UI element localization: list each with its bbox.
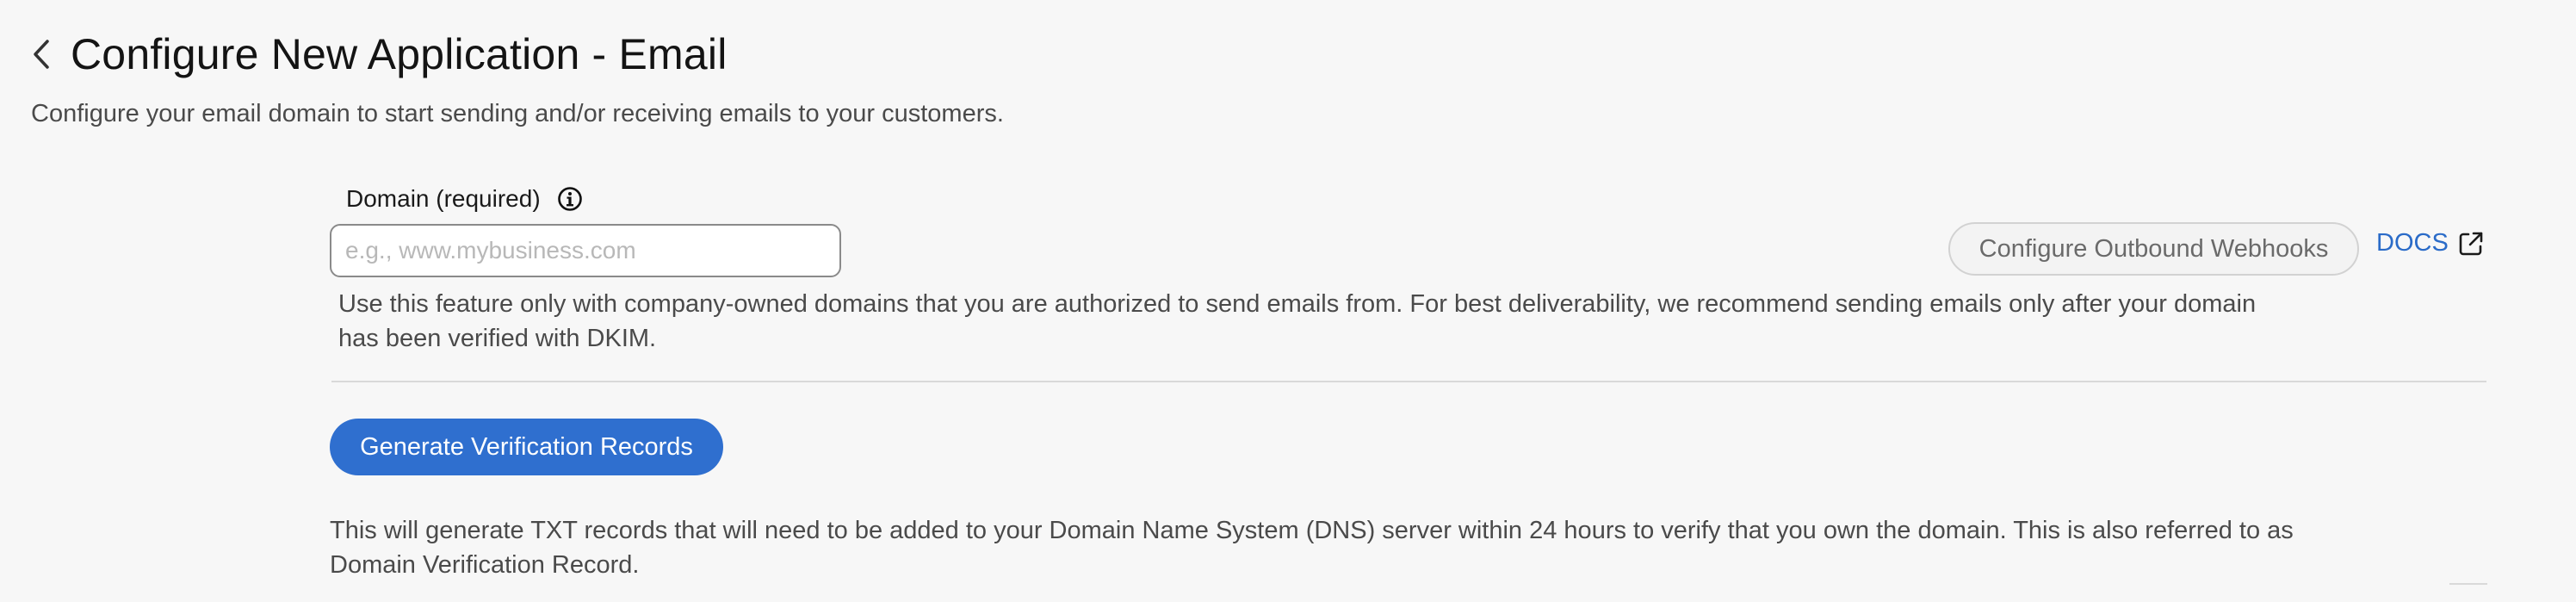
domain-help-text: Use this feature only with company-owned… <box>338 290 2257 352</box>
domain-input[interactable] <box>330 224 841 277</box>
domain-field-label: Domain (required) <box>346 185 541 212</box>
back-button[interactable] <box>24 24 59 84</box>
external-link-icon <box>2459 232 2483 255</box>
page-subtitle: Configure your email domain to start sen… <box>31 100 1004 127</box>
docs-link-label: DOCS <box>2376 229 2449 257</box>
chevron-left-icon <box>34 40 49 69</box>
info-icon[interactable] <box>556 185 584 213</box>
page-title: Configure New Application - Email <box>71 30 728 78</box>
bottom-divider <box>2449 583 2487 585</box>
section-divider <box>331 381 2486 382</box>
page-header: Configure New Application - Email <box>24 24 728 84</box>
generate-verification-records-button[interactable]: Generate Verification Records <box>330 419 723 475</box>
domain-label-row: Domain (required) <box>346 185 584 213</box>
verification-description: This will generate TXT records that will… <box>330 517 2294 579</box>
docs-link[interactable]: DOCS <box>2376 229 2485 258</box>
configure-webhooks-button[interactable]: Configure Outbound Webhooks <box>1948 222 2359 276</box>
